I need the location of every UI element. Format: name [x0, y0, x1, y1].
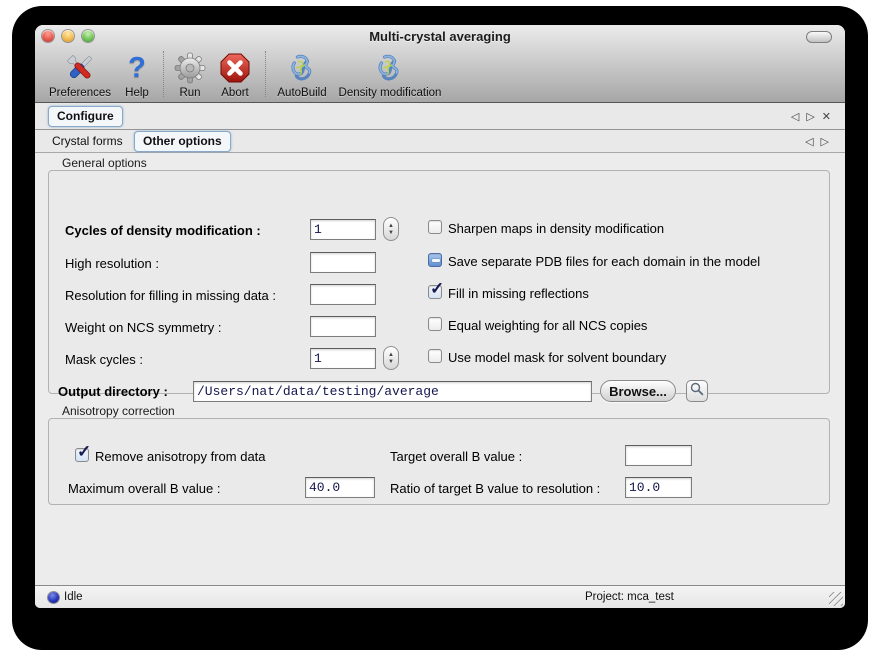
browse-button-label: Browse...	[609, 384, 667, 399]
tab-nav-controls: ◁ ▷ ✕	[791, 103, 831, 129]
use-model-mask-label: Use model mask for solvent boundary	[448, 350, 666, 365]
fill-missing-reflections-label: Fill in missing reflections	[448, 286, 589, 301]
search-directory-button[interactable]	[686, 380, 708, 402]
mask-cycles-stepper[interactable]: ▲▼	[383, 346, 399, 370]
status-indicator-icon	[48, 592, 59, 603]
tab-crystal-forms[interactable]: Crystal forms	[52, 134, 123, 148]
tab-back-icon[interactable]: ◁	[791, 110, 799, 123]
cycles-density-mod-label: Cycles of density modification :	[65, 223, 261, 238]
use-model-mask-checkbox[interactable]	[428, 349, 442, 363]
toolbar-item-label: Help	[125, 87, 149, 99]
resolution-filling-input[interactable]	[310, 284, 376, 305]
tab-other-options-label: Other options	[143, 134, 222, 148]
toolbar-item-label: AutoBuild	[277, 87, 326, 99]
abort-button[interactable]: Abort	[217, 50, 253, 99]
fill-missing-reflections-checkbox[interactable]	[428, 285, 442, 299]
toolbar-item-label: Density modification	[339, 87, 442, 99]
cycles-density-mod-input[interactable]	[310, 219, 376, 240]
subtab-row: Crystal forms Other options ◁ ▷	[35, 130, 845, 153]
save-separate-pdb-label: Save separate PDB files for each domain …	[448, 254, 760, 269]
density-modification-button[interactable]: Density modification	[339, 50, 442, 99]
target-b-input[interactable]	[625, 445, 692, 466]
tab-close-icon[interactable]: ✕	[822, 110, 831, 123]
resize-grip[interactable]	[829, 592, 843, 606]
toolbar-toggle-button[interactable]	[806, 31, 832, 43]
remove-anisotropy-label: Remove anisotropy from data	[95, 449, 266, 464]
equal-weighting-label: Equal weighting for all NCS copies	[448, 318, 647, 333]
run-button[interactable]: Run	[172, 50, 208, 99]
tab-configure[interactable]: Configure	[48, 106, 123, 127]
magnifier-icon	[690, 382, 704, 401]
toolbar-item-label: Preferences	[49, 87, 111, 99]
tab-crystal-forms-label: Crystal forms	[52, 134, 123, 148]
status-bar: Idle Project: mca_test	[35, 585, 845, 608]
subtab-nav-controls: ◁ ▷	[805, 130, 829, 152]
tab-forward-icon[interactable]: ▷	[806, 110, 814, 123]
browse-button[interactable]: Browse...	[600, 380, 676, 402]
toolbar-separator	[163, 51, 164, 97]
configure-tab-row: Configure ◁ ▷ ✕	[35, 103, 845, 130]
remove-anisotropy-checkbox[interactable]	[75, 448, 89, 462]
sharpen-maps-label: Sharpen maps in density modification	[448, 221, 664, 236]
save-separate-pdb-checkbox[interactable]	[428, 253, 442, 267]
toolbar-item-label: Abort	[221, 87, 249, 99]
cycles-density-mod-stepper[interactable]: ▲▼	[383, 217, 399, 241]
configure-panel: General options Cycles of density modifi…	[35, 153, 845, 585]
high-resolution-label: High resolution :	[65, 256, 159, 271]
window-title: Multi-crystal averaging	[35, 29, 845, 44]
sharpen-maps-checkbox[interactable]	[428, 220, 442, 234]
tools-icon	[62, 50, 98, 86]
max-b-input[interactable]	[305, 477, 375, 498]
screenshot-stage: Multi-crystal averaging	[0, 0, 880, 660]
general-options-legend: General options	[58, 156, 151, 170]
tab-other-options[interactable]: Other options	[134, 131, 231, 152]
tab-configure-label: Configure	[57, 109, 114, 123]
ratio-b-input[interactable]	[625, 477, 692, 498]
toolbar-separator	[265, 51, 266, 97]
status-text: Idle	[64, 591, 83, 603]
mask-cycles-label: Mask cycles :	[65, 352, 143, 367]
stop-icon	[217, 50, 253, 86]
autobuild-button[interactable]: AutoBuild	[277, 50, 326, 99]
mask-cycles-input[interactable]	[310, 348, 376, 369]
protein-icon	[372, 50, 408, 86]
resolution-filling-label: Resolution for filling in missing data :	[65, 288, 276, 303]
subtab-back-icon[interactable]: ◁	[805, 135, 813, 148]
toolbar-item-label: Run	[179, 87, 200, 99]
target-b-label: Target overall B value :	[390, 449, 522, 464]
ncs-weight-label: Weight on NCS symmetry :	[65, 320, 222, 335]
preferences-button[interactable]: Preferences	[49, 50, 111, 99]
max-b-label: Maximum overall B value :	[68, 481, 220, 496]
titlebar-toolbar: Multi-crystal averaging	[35, 25, 845, 103]
app-window: Multi-crystal averaging	[35, 25, 845, 608]
output-directory-label: Output directory :	[58, 384, 168, 399]
subtab-forward-icon[interactable]: ▷	[821, 135, 829, 148]
high-resolution-input[interactable]	[310, 252, 376, 273]
equal-weighting-checkbox[interactable]	[428, 317, 442, 331]
ncs-weight-input[interactable]	[310, 316, 376, 337]
gear-icon	[172, 50, 208, 86]
help-button[interactable]: ? Help	[119, 50, 155, 99]
question-icon: ?	[119, 50, 155, 86]
anisotropy-legend: Anisotropy correction	[58, 404, 179, 418]
output-directory-input[interactable]	[193, 381, 592, 402]
protein-icon	[284, 50, 320, 86]
ratio-b-label: Ratio of target B value to resolution :	[390, 481, 600, 496]
project-label: Project: mca_test	[585, 591, 674, 603]
